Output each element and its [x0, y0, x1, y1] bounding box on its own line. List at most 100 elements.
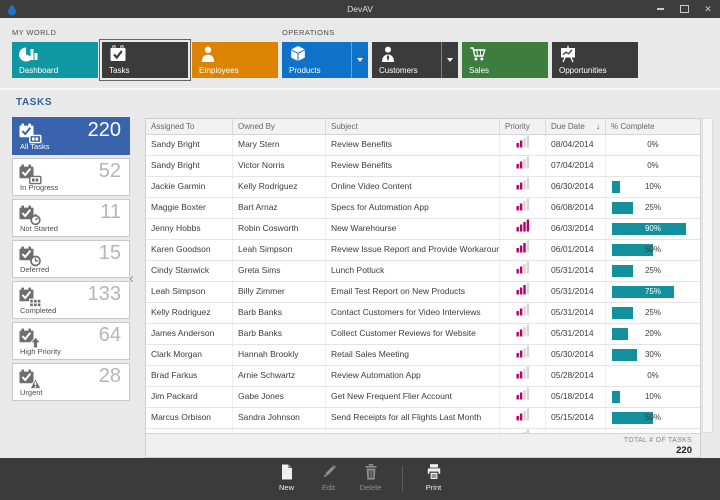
minimize-icon[interactable] [654, 0, 666, 18]
progress-label: 50% [606, 240, 700, 260]
table-row[interactable]: Kelly RodriguezBarb BanksContact Custome… [146, 303, 700, 324]
ribbon-tile-sales[interactable]: Sales [462, 42, 548, 78]
cell-due-date: 07/04/2014 [546, 156, 606, 176]
grid-vertical-scrollbar[interactable] [702, 118, 713, 433]
progress-label: 20% [606, 324, 700, 344]
table-row[interactable]: Brad FarkusArnie SchwartzReview Automati… [146, 366, 700, 387]
maximize-icon[interactable] [678, 0, 690, 18]
table-row[interactable]: Clark MorganHannah BrooklyRetail Sales M… [146, 345, 700, 366]
sidebar-item-label: High Priority [20, 347, 61, 356]
progress-label: 10% [606, 177, 700, 197]
table-row[interactable]: Sandy BrightVictor NorrisReview Benefits… [146, 156, 700, 177]
cell-priority [500, 261, 546, 281]
cell-owned-by: Sandra Johnson [233, 408, 326, 428]
new-document-icon [278, 461, 296, 481]
table-row[interactable]: Jackie GarminKelly RodriguezOnline Video… [146, 177, 700, 198]
table-row[interactable]: Jenny HobbsRobin CosworthNew Warehourse0… [146, 219, 700, 240]
print-button[interactable]: Print [413, 461, 455, 497]
table-row[interactable]: Maggie BoxterBart ArnazSpecs for Automat… [146, 198, 700, 219]
sidebar-item-all-tasks[interactable]: 220All Tasks [12, 117, 130, 155]
task-count: 133 [88, 283, 121, 306]
column-header-complete[interactable]: % Complete [606, 119, 700, 134]
sidebar-item-deferred[interactable]: 15Deferred [12, 240, 130, 278]
column-header-priority[interactable]: Priority [500, 119, 546, 134]
ribbon-tile-products[interactable]: Products [282, 42, 368, 78]
sidebar-item-completed[interactable]: 133Completed [12, 281, 130, 319]
cell-subject: Specs for Automation App [326, 198, 500, 218]
table-row[interactable]: Karen GoodsonLeah SimpsonReview Issue Re… [146, 240, 700, 261]
sidebar-collapse-chevron-icon[interactable]: ‹ [129, 271, 134, 286]
window-controls: ✕ [654, 0, 714, 18]
column-header-owned-by[interactable]: Owned By [233, 119, 326, 134]
cell-due-date: 06/03/2014 [546, 219, 606, 239]
cell-assigned-to: Sandy Bright [146, 156, 233, 176]
priority-bars-icon [516, 198, 530, 218]
toolbar-button-label: New [279, 483, 294, 492]
cell-priority [500, 282, 546, 302]
cell-owned-by: Barb Banks [233, 303, 326, 323]
ribbon-tile-employees[interactable]: Employees [192, 42, 278, 78]
progress-label: 25% [606, 303, 700, 323]
table-row[interactable]: James AndersonBarb BanksCollect Customer… [146, 324, 700, 345]
cell-due-date: 05/18/2014 [546, 387, 606, 407]
priority-bars-icon [516, 177, 530, 197]
priority-bars-icon [516, 303, 530, 323]
column-header-subject[interactable]: Subject [326, 119, 500, 134]
delete-button[interactable]: Delete [350, 461, 392, 497]
sidebar-item-not-started[interactable]: 11Not Started [12, 199, 130, 237]
cell-assigned-to: Jim Packard [146, 387, 233, 407]
sidebar-item-in-progress[interactable]: 52In Progress [12, 158, 130, 196]
ribbon-tile-customers[interactable]: Customers [372, 42, 458, 78]
new-button[interactable]: New [266, 461, 308, 497]
ribbon-tile-dashboard[interactable]: Dashboard [12, 42, 98, 78]
ribbon-tile-label: Products [289, 66, 321, 75]
cell-owned-by: Greta Sims [233, 261, 326, 281]
cell-assigned-to: Kelly Rodriguez [146, 303, 233, 323]
column-header-assigned-to[interactable]: Assigned To [146, 119, 233, 134]
priority-bars-icon [516, 219, 530, 239]
cell-assigned-to: Sandy Bright [146, 135, 233, 155]
cell-percent-complete: 25% [606, 198, 700, 218]
priority-bars-icon [516, 345, 530, 365]
table-row[interactable]: Sandy BrightMary SternReview Benefits08/… [146, 135, 700, 156]
close-icon[interactable]: ✕ [702, 0, 714, 18]
table-row[interactable]: Marcus OrbisonSandra JohnsonSend Receipt… [146, 408, 700, 429]
table-row[interactable]: Cindy StanwickGreta SimsLunch Potluck05/… [146, 261, 700, 282]
cell-subject: Retail Sales Meeting [326, 345, 500, 365]
edit-button[interactable]: Edit [308, 461, 350, 497]
ribbon-tile-opportunities[interactable]: Opportunities [552, 42, 638, 78]
cell-subject: Review Benefits [326, 156, 500, 176]
cell-due-date: 08/04/2014 [546, 135, 606, 155]
cell-due-date: 06/08/2014 [546, 198, 606, 218]
cell-assigned-to: Clark Morgan [146, 345, 233, 365]
table-row[interactable]: Jim PackardGabe JonesGet New Frequent Fl… [146, 387, 700, 408]
cell-assigned-to: Brad Farkus [146, 366, 233, 386]
progress-label: 0% [606, 156, 700, 176]
ribbon-tile-tasks[interactable]: Tasks [102, 42, 188, 78]
toolbar-button-label: Print [426, 483, 441, 492]
column-header-due-date[interactable]: Due Date↓ [546, 119, 606, 134]
cell-owned-by: Bart Arnaz [233, 198, 326, 218]
sidebar-item-urgent[interactable]: 28Urgent [12, 363, 130, 401]
cell-subject: Online Video Content [326, 177, 500, 197]
sidebar-item-high-priority[interactable]: 64 High Priority [12, 322, 130, 360]
tile-dropdown-button[interactable] [351, 42, 368, 78]
sidebar-item-label: All Tasks [20, 142, 49, 151]
ribbon-tile-label: Employees [199, 66, 239, 75]
progress-label: 0% [606, 366, 700, 386]
cell-due-date: 06/30/2014 [546, 177, 606, 197]
sidebar-item-label: Deferred [20, 265, 49, 274]
cell-assigned-to: Karen Goodson [146, 240, 233, 260]
cell-percent-complete: 25% [606, 261, 700, 281]
ribbon-group-caption: OPERATIONS [282, 28, 638, 38]
ribbon-tile-label: Customers [379, 66, 418, 75]
table-row[interactable]: Leah SimpsonBilly ZimmerEmail Test Repor… [146, 282, 700, 303]
summary-value: 220 [146, 445, 692, 456]
edit-pencil-icon [320, 461, 338, 481]
cell-priority [500, 303, 546, 323]
tile-dropdown-button[interactable] [441, 42, 458, 78]
cell-subject: Email Test Report on New Products [326, 282, 500, 302]
cell-priority [500, 240, 546, 260]
cell-percent-complete: 10% [606, 387, 700, 407]
task-count: 64 [99, 324, 121, 347]
